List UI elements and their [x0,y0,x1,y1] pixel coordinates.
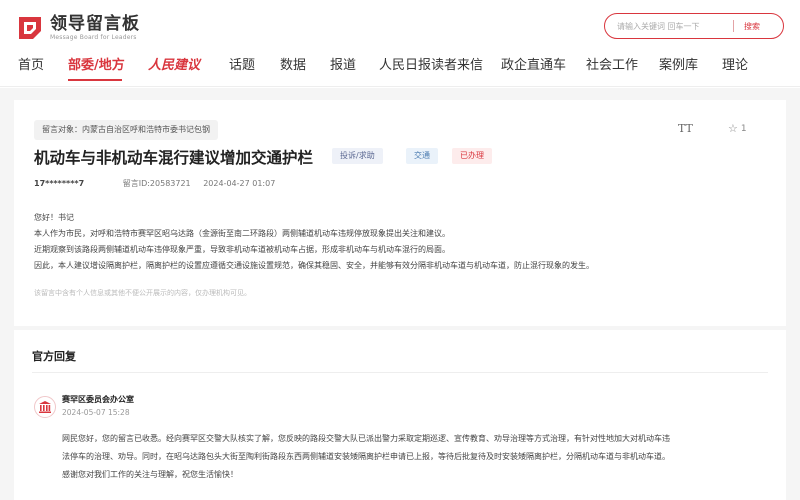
message-meta: 17********7 留言ID:20583721 2024-04-27 01:… [34,178,275,189]
government-building-icon [34,396,56,418]
message-title: 机动车与非机动车混行建议增加交通护栏 [34,149,314,167]
message-target: 留言对象：内蒙古自治区呼和浩特市委书记包钢 [34,120,218,140]
logo-title: 领导留言板 [50,13,140,34]
message-card: 留言对象：内蒙古自治区呼和浩特市委书记包钢 TT ☆ 1 机动车与非机动车混行建… [14,100,786,326]
nav-item-theory[interactable]: 理论 [722,54,748,78]
search-button[interactable]: 搜索 [744,21,760,32]
search-box: 搜索 [604,13,784,39]
favorite-button[interactable]: ☆ 1 [728,122,747,135]
reply-paragraph: 法停车的治理、劝导。同时，在昭乌达路包头大街至陶利街路段东西两侧辅道安装矮隔离护… [62,452,670,461]
status-badge: 已办理 [452,148,492,164]
message-paragraph: 近期观察到该路段两侧辅道机动车违停现象严重，导致非机动车道被机动车占据，形成非机… [34,245,450,254]
logo-mark-icon [16,14,44,42]
search-input[interactable] [617,21,729,31]
message-date: 2024-04-27 01:07 [203,179,276,188]
reply-body: 网民您好，您的留言已收悉。经向赛罕区交警大队核实了解，您反映的路段交警大队已派出… [62,430,774,484]
message-paragraph: 因此，本人建议增设隔离护栏，隔离护栏的设置应遵循交通设施设置规范，确保其稳固、安… [34,261,594,270]
message-paragraph: 本人作为市民，对呼和浩特市赛罕区昭乌达路（金源街至南二环路段）两侧辅道机动车违规… [34,229,450,238]
reply-heading: 官方回复 [32,350,76,363]
message-body: 您好！书记 本人作为市民，对呼和浩特市赛罕区昭乌达路（金源街至南二环路段）两侧辅… [34,210,774,274]
logo-subtitle: Message Board for Leaders [50,33,137,41]
reply-date: 2024-05-07 15:28 [62,408,130,417]
topic-tag: 交通 [406,148,438,164]
nav-item-gov-business[interactable]: 政企直通车 [501,54,566,78]
nav-item-home[interactable]: 首页 [18,54,44,78]
reply-paragraph: 网民您好，您的留言已收悉。经向赛罕区交警大队核实了解，您反映的路段交警大队已派出… [62,434,670,443]
message-id: 留言ID:20583721 [122,179,191,188]
nav-item-people-suggestions[interactable]: 人民建议 [148,54,200,78]
nav-item-social-work[interactable]: 社会工作 [586,54,638,78]
nav-divider [0,86,800,87]
search-divider [733,20,734,32]
nav-item-reports[interactable]: 报道 [330,54,356,78]
reply-paragraph: 感谢您对我们工作的关注与理解，祝您生活愉快！ [62,470,238,479]
site-header: 领导留言板 Message Board for Leaders 搜索 首页 部委… [0,0,800,88]
nav-item-case-library[interactable]: 案例库 [659,54,698,78]
official-reply-card: 官方回复 赛罕区委员会办公室 2024-05-07 15:28 网民您好，您的留… [14,330,786,500]
message-user: 17********7 [34,179,85,188]
main-nav: 首页 部委/地方 人民建议 话题 数据 报道 人民日报读者来信 政企直通车 社会… [0,54,800,81]
category-tag: 投诉/求助 [332,148,383,164]
reply-department: 赛罕区委员会办公室 [62,395,134,404]
star-icon: ☆ [728,122,738,135]
reply-divider [32,372,768,373]
favorite-count: 1 [740,123,747,134]
message-paragraph: 您好！书记 [34,213,74,222]
nav-item-reader-letters[interactable]: 人民日报读者来信 [379,54,483,78]
nav-item-ministries-local[interactable]: 部委/地方 [68,54,125,78]
nav-item-topics[interactable]: 话题 [229,54,255,78]
font-size-icon[interactable]: TT [678,122,693,135]
site-logo[interactable]: 领导留言板 Message Board for Leaders [16,14,140,42]
nav-item-data[interactable]: 数据 [280,54,306,78]
privacy-note: 该留言中含有个人信息或其他不便公开展示的内容，仅办理机构可见。 [34,289,251,297]
nav-active-underline [68,79,122,81]
